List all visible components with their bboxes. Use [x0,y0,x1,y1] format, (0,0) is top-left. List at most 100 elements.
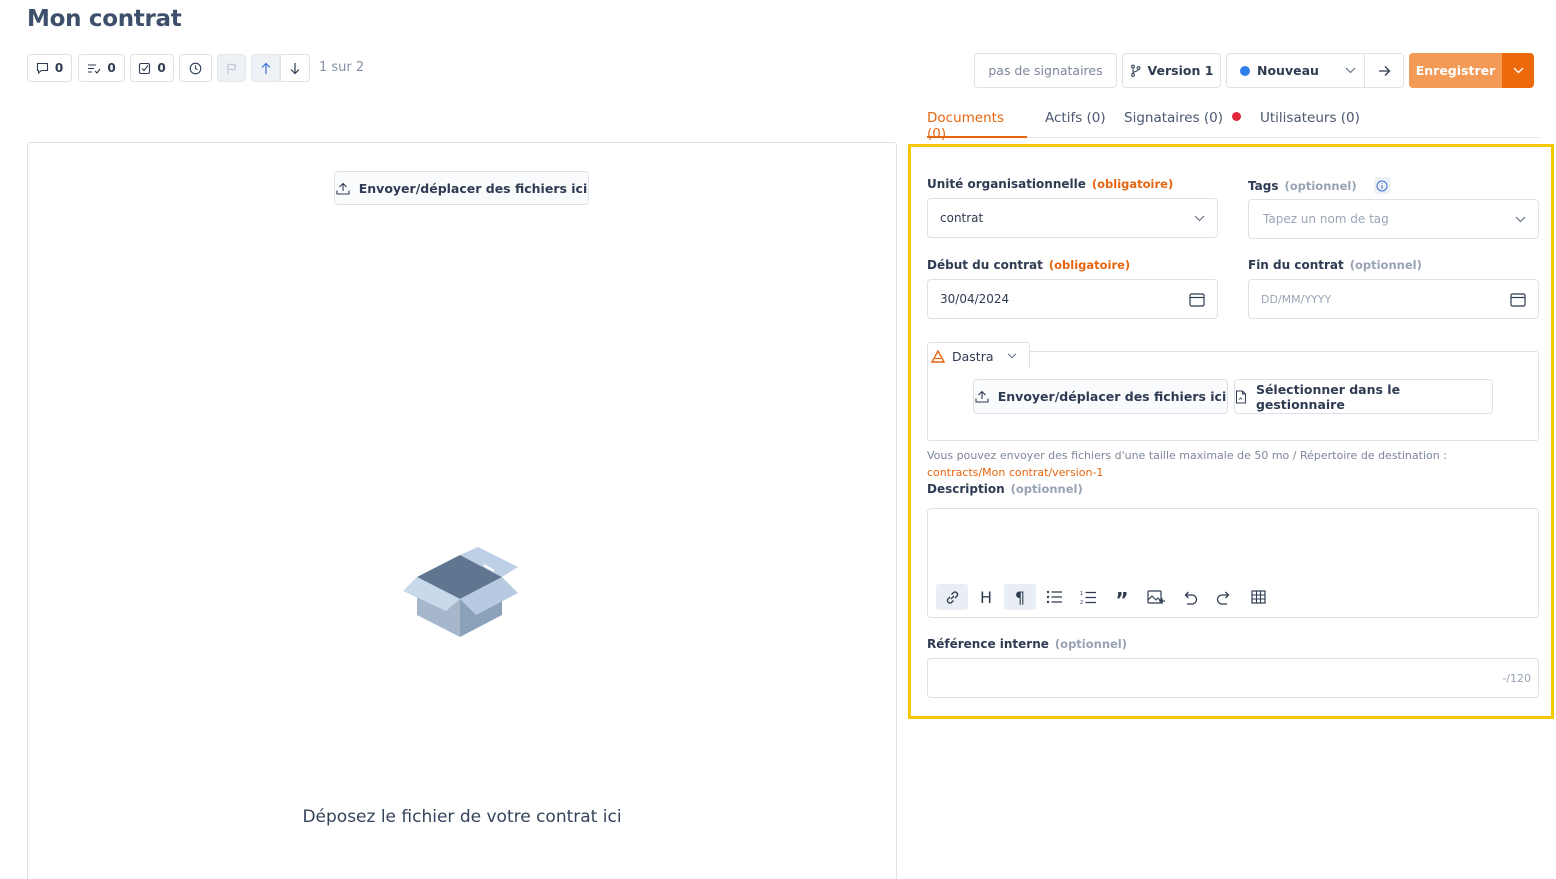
calendar-icon[interactable] [1510,292,1526,307]
description-label-text: Description [927,482,1005,496]
upload-hint-text: Vous pouvez envoyer des fichiers d'une t… [927,449,1447,462]
start-date-label: Début du contrat (obligatoire) [927,258,1130,272]
reference-label: Référence interne (optionnel) [927,637,1127,651]
drop-instructions: Déposez le fichier de votre contrat ici [302,807,622,827]
arrow-up-icon [261,62,270,74]
page-title: Mon contrat [27,6,182,32]
alert-dot [1232,112,1242,121]
optional-badge: (optionnel) [1010,482,1083,496]
upload-attachments-button[interactable]: Envoyer/déplacer des fichiers ici [973,379,1228,414]
select-from-manager-button[interactable]: Sélectionner dans le gestionnaire [1234,379,1493,414]
redo-icon[interactable] [1208,584,1240,610]
image-icon[interactable] [1140,584,1172,610]
checks-count: 0 [157,61,166,75]
end-date-placeholder: DD/MM/YYYY [1261,292,1332,306]
signers-button[interactable]: pas de signataires [974,53,1117,88]
previous-button[interactable] [251,54,280,82]
tags-label: Tags (optionnel) [1248,177,1391,194]
chevron-down-icon [1513,67,1523,74]
end-date-label: Fin du contrat (optionnel) [1248,258,1422,272]
upload-hint: Vous pouvez envoyer des fichiers d'une t… [927,447,1527,481]
tab-actifs[interactable]: Actifs (0) [1045,110,1106,138]
optional-badge: (optionnel) [1349,258,1422,272]
org-unit-value: contrat [940,211,984,225]
start-date-value: 30/04/2024 [940,292,1010,306]
description-label: Description (optionnel) [927,482,1083,496]
table-icon[interactable] [1242,584,1274,610]
tab-documents[interactable]: Documents (0) [927,110,1027,142]
optional-badge: (optionnel) [1054,637,1128,651]
source-select[interactable]: Dastra [927,342,1030,369]
comment-icon [36,62,48,74]
comments-count: 0 [54,61,64,75]
dastra-logo-icon [931,349,945,363]
select-from-manager-label: Sélectionner dans le gestionnaire [1255,381,1401,412]
arrow-right-icon [1378,65,1390,76]
end-date-label-text: Fin du contrat [1248,258,1344,272]
chevron-down-icon [1515,216,1526,222]
flag-icon [227,63,236,74]
file-icon [1235,390,1246,403]
checks-button[interactable]: 0 [130,54,174,82]
bullet-list-icon[interactable] [1038,584,1070,610]
comments-button[interactable]: 0 [27,54,72,82]
calendar-icon[interactable] [1189,292,1205,307]
branch-icon [1130,64,1140,77]
char-counter: -/120 [1502,672,1531,685]
tab-utilisateurs[interactable]: Utilisateurs (0) [1260,110,1360,138]
flag-button[interactable] [217,54,246,82]
quote-icon[interactable]: ” [1106,584,1138,612]
undo-icon[interactable] [1174,584,1206,610]
org-unit-label-text: Unité organisationnelle [927,177,1086,191]
upload-icon [336,182,350,195]
status-dot [1240,65,1250,76]
end-date-input[interactable]: DD/MM/YYYY [1248,279,1539,319]
chevron-down-icon [1194,215,1205,221]
info-icon[interactable] [1373,177,1391,194]
upload-destination-path: contracts/Mon contrat/version-1 [927,466,1104,479]
save-button[interactable]: Enregistrer [1409,53,1502,88]
start-date-input[interactable]: 30/04/2024 [927,279,1218,319]
version-button[interactable]: Version 1 [1122,53,1221,88]
file-drop-zone[interactable]: Envoyer/déplacer des fichiers ici Dépose… [27,142,897,879]
editor-toolbar: H ¶ 12 ” [936,584,1274,612]
pager-text: 1 sur 2 [319,60,365,75]
source-label: Dastra [952,348,994,364]
history-button[interactable] [179,54,212,82]
svg-text:1: 1 [1080,591,1083,597]
org-unit-select[interactable]: contrat [927,198,1218,238]
svg-text:2: 2 [1080,600,1083,605]
status-select[interactable]: Nouveau [1226,53,1365,88]
description-editor[interactable]: H ¶ 12 ” [927,508,1539,618]
upload-icon [975,390,989,403]
upload-attachments-label: Envoyer/déplacer des fichiers ici [997,389,1227,404]
status-label: Nouveau [1257,63,1319,78]
chevron-down-icon [1345,67,1356,74]
reference-label-text: Référence interne [927,637,1049,651]
next-status-button[interactable] [1364,53,1404,88]
tab-signataires[interactable]: Signataires (0) [1124,110,1242,138]
task-list-icon [88,63,101,74]
required-badge: (obligatoire) [1048,258,1131,272]
empty-box-icon [403,547,518,637]
next-button[interactable] [280,54,310,82]
tab-signataires-label: Signataires (0) [1124,110,1224,126]
heading-icon[interactable]: H [970,584,1002,610]
tags-input[interactable]: Tapez un nom de tag [1248,199,1539,239]
save-options-button[interactable] [1502,53,1534,88]
tasks-button[interactable]: 0 [78,54,125,82]
upload-files-button[interactable]: Envoyer/déplacer des fichiers ici [334,171,589,205]
start-date-label-text: Début du contrat [927,258,1043,272]
reference-input[interactable]: -/120 [927,658,1539,698]
link-icon[interactable] [936,584,968,610]
version-label: Version 1 [1147,63,1214,78]
numbered-list-icon[interactable]: 12 [1072,584,1104,610]
tab-bar: Documents (0) Actifs (0) Signataires (0)… [927,110,1539,142]
optional-badge: (optionnel) [1284,178,1357,193]
chevron-down-icon [1007,353,1016,359]
required-badge: (obligatoire) [1091,177,1174,191]
paragraph-icon[interactable]: ¶ [1004,584,1036,610]
org-unit-label: Unité organisationnelle (obligatoire) [927,177,1173,191]
tasks-count: 0 [107,61,116,75]
arrow-down-icon [290,62,300,74]
